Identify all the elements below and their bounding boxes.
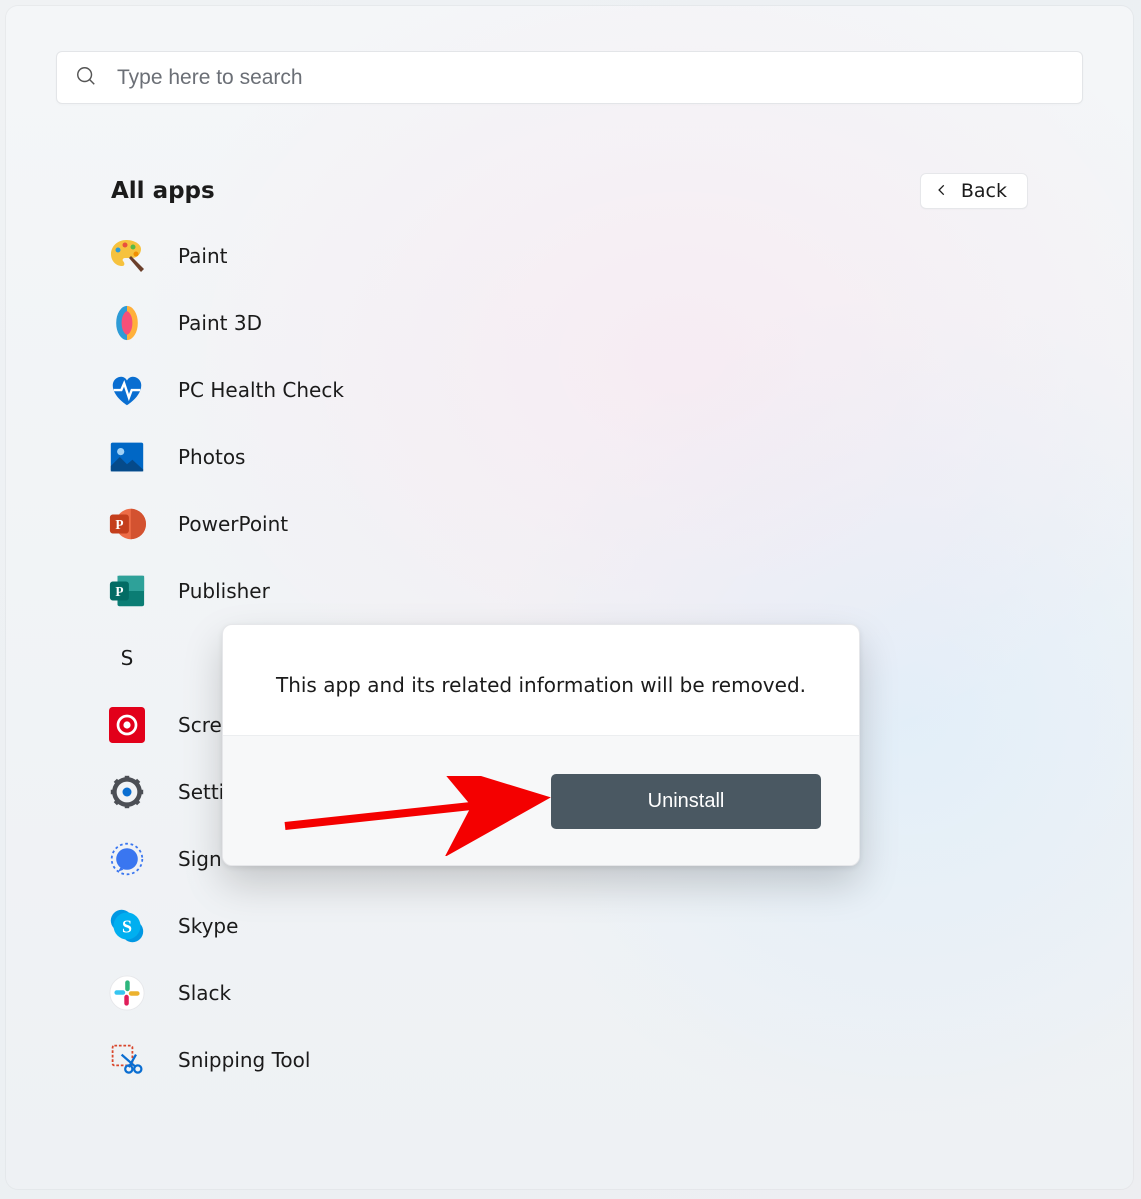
svg-text:P: P	[115, 516, 123, 531]
search-box[interactable]	[56, 51, 1083, 104]
paint-icon	[106, 235, 148, 277]
app-item-photos[interactable]: Photos	[106, 423, 1028, 490]
popup-message: This app and its related information wil…	[223, 625, 859, 736]
app-label: Paint	[178, 244, 228, 268]
app-label: Snipping Tool	[178, 1048, 310, 1072]
skype-icon: S	[106, 905, 148, 947]
app-item-pc-health-check[interactable]: PC Health Check	[106, 356, 1028, 423]
section-letter: S	[106, 646, 148, 670]
publisher-icon: P	[106, 570, 148, 612]
app-label: PowerPoint	[178, 512, 288, 536]
back-label: Back	[961, 180, 1007, 202]
app-label: Publisher	[178, 579, 270, 603]
start-menu-panel: All apps Back Paint	[6, 6, 1133, 1189]
uninstall-confirm-popup: This app and its related information wil…	[222, 624, 860, 866]
app-item-paint[interactable]: Paint	[106, 222, 1028, 289]
slack-icon	[106, 972, 148, 1014]
uninstall-button[interactable]: Uninstall	[551, 774, 821, 829]
snipping-tool-icon	[106, 1039, 148, 1081]
app-label: Paint 3D	[178, 311, 262, 335]
screen-recorder-icon	[106, 704, 148, 746]
all-apps-title: All apps	[111, 178, 215, 204]
chevron-left-icon	[935, 180, 949, 202]
photos-icon	[106, 436, 148, 478]
app-label: PC Health Check	[178, 378, 344, 402]
search-input[interactable]	[115, 65, 1064, 91]
app-label: Slack	[178, 981, 231, 1005]
app-item-publisher[interactable]: P Publisher	[106, 557, 1028, 624]
pc-health-check-icon	[106, 369, 148, 411]
app-item-slack[interactable]: Slack	[106, 959, 1028, 1026]
svg-text:P: P	[115, 583, 123, 598]
powerpoint-icon: P	[106, 503, 148, 545]
app-item-powerpoint[interactable]: P PowerPoint	[106, 490, 1028, 557]
app-item-paint-3d[interactable]: Paint 3D	[106, 289, 1028, 356]
app-label: Photos	[178, 445, 245, 469]
svg-text:S: S	[122, 916, 132, 936]
app-label: Scre	[178, 713, 222, 737]
paint-3d-icon	[106, 302, 148, 344]
app-label: Sign	[178, 847, 222, 871]
settings-icon	[106, 771, 148, 813]
popup-actions: Uninstall	[223, 736, 859, 865]
back-button[interactable]: Back	[920, 173, 1028, 209]
app-label: Setti	[178, 780, 224, 804]
search-icon	[75, 65, 97, 91]
apps-header: All apps Back	[111, 173, 1028, 209]
app-item-snipping-tool[interactable]: Snipping Tool	[106, 1026, 1028, 1093]
signal-icon	[106, 838, 148, 880]
app-label: Skype	[178, 914, 238, 938]
app-item-skype[interactable]: S Skype	[106, 892, 1028, 959]
